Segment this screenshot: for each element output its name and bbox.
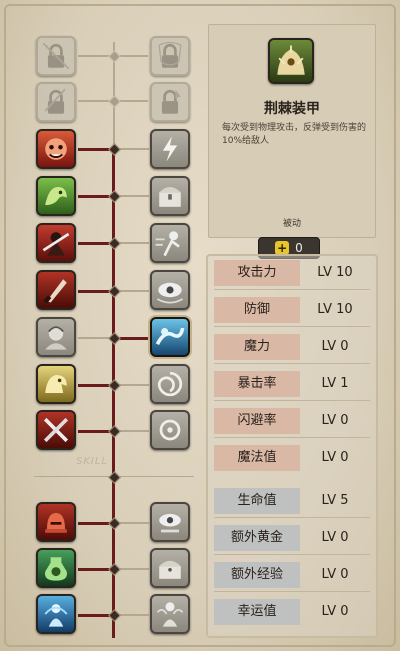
stat-label: 魔力 <box>214 334 300 360</box>
stat-level: LV 5 <box>321 493 349 508</box>
wind-eye-icon[interactable] <box>150 270 190 310</box>
tree-branch-12 <box>78 614 112 617</box>
angel-icon[interactable] <box>150 594 190 634</box>
tree-branch-10 <box>78 522 112 525</box>
golden-dragon-icon[interactable] <box>36 364 76 404</box>
blade-strike-icon[interactable] <box>36 270 76 310</box>
stat-label: 攻击力 <box>214 260 300 286</box>
blue-spirit-icon[interactable] <box>36 594 76 634</box>
crossed-swords-icon[interactable] <box>36 410 76 450</box>
grey-knight-icon[interactable] <box>36 317 76 357</box>
stat-divider <box>214 437 370 438</box>
tree-branch-8 <box>78 384 112 387</box>
skill-points-value: 0 <box>295 241 303 255</box>
green-beast-icon[interactable] <box>36 176 76 216</box>
skill-description: 每次受到物理攻击，反弹受到伤害的10%给敌人 <box>222 123 367 146</box>
stat-label: 防御 <box>214 297 300 323</box>
tree-branch-5 <box>78 242 112 245</box>
lightning-fist-icon[interactable] <box>150 129 190 169</box>
stat-label: 闪避率 <box>214 408 300 434</box>
eye-orb-icon[interactable] <box>150 502 190 542</box>
stat-label: 额外黄金 <box>214 525 300 551</box>
stat-divider <box>214 289 370 290</box>
tree-branch-9 <box>78 430 112 433</box>
blue-wave-icon[interactable] <box>150 317 190 357</box>
locked-scroll-icon[interactable] <box>36 82 76 122</box>
ring-burst-icon[interactable] <box>150 410 190 450</box>
stat-divider <box>214 517 370 518</box>
red-demon-icon[interactable] <box>36 129 76 169</box>
stat-label: 额外经验 <box>214 562 300 588</box>
stat-label: 魔法值 <box>214 445 300 471</box>
swirl-icon[interactable] <box>150 364 190 404</box>
locked-shield-icon[interactable] <box>150 36 190 76</box>
tree-branch-6 <box>78 290 112 293</box>
chest-icon[interactable] <box>150 176 190 216</box>
stat-level: LV 10 <box>317 265 353 280</box>
stat-label: 幸运值 <box>214 599 300 625</box>
stat-divider <box>214 363 370 364</box>
tree-branch-4 <box>78 195 112 198</box>
skill-section-label: SKILL <box>76 456 108 467</box>
stat-divider <box>214 400 370 401</box>
locked-sword-icon[interactable] <box>36 36 76 76</box>
tree-branch-3 <box>78 148 112 151</box>
stat-level: LV 0 <box>321 567 349 582</box>
stat-level: LV 0 <box>321 450 349 465</box>
stat-level: LV 0 <box>321 339 349 354</box>
stat-divider <box>214 326 370 327</box>
skill-title: 荆棘装甲 <box>264 101 320 117</box>
locked-axe-icon[interactable] <box>150 82 190 122</box>
stat-level: LV 0 <box>321 530 349 545</box>
green-potion-icon[interactable] <box>36 548 76 588</box>
stat-label: 生命值 <box>214 488 300 514</box>
stat-level: LV 10 <box>317 302 353 317</box>
stat-level: LV 0 <box>321 604 349 619</box>
dark-warrior-icon[interactable] <box>36 223 76 263</box>
stat-level: LV 0 <box>321 413 349 428</box>
stat-divider <box>214 554 370 555</box>
red-helmet-icon[interactable] <box>36 502 76 542</box>
treasure-icon[interactable] <box>150 548 190 588</box>
plus-icon[interactable]: + <box>275 241 290 255</box>
stat-level: LV 1 <box>321 376 349 391</box>
stat-label: 暴击率 <box>214 371 300 397</box>
skill-type: 被动 <box>282 219 301 229</box>
dash-icon[interactable] <box>150 223 190 263</box>
tree-branch-11 <box>78 568 112 571</box>
stat-divider <box>214 591 370 592</box>
thorn-armor-icon <box>268 38 314 84</box>
